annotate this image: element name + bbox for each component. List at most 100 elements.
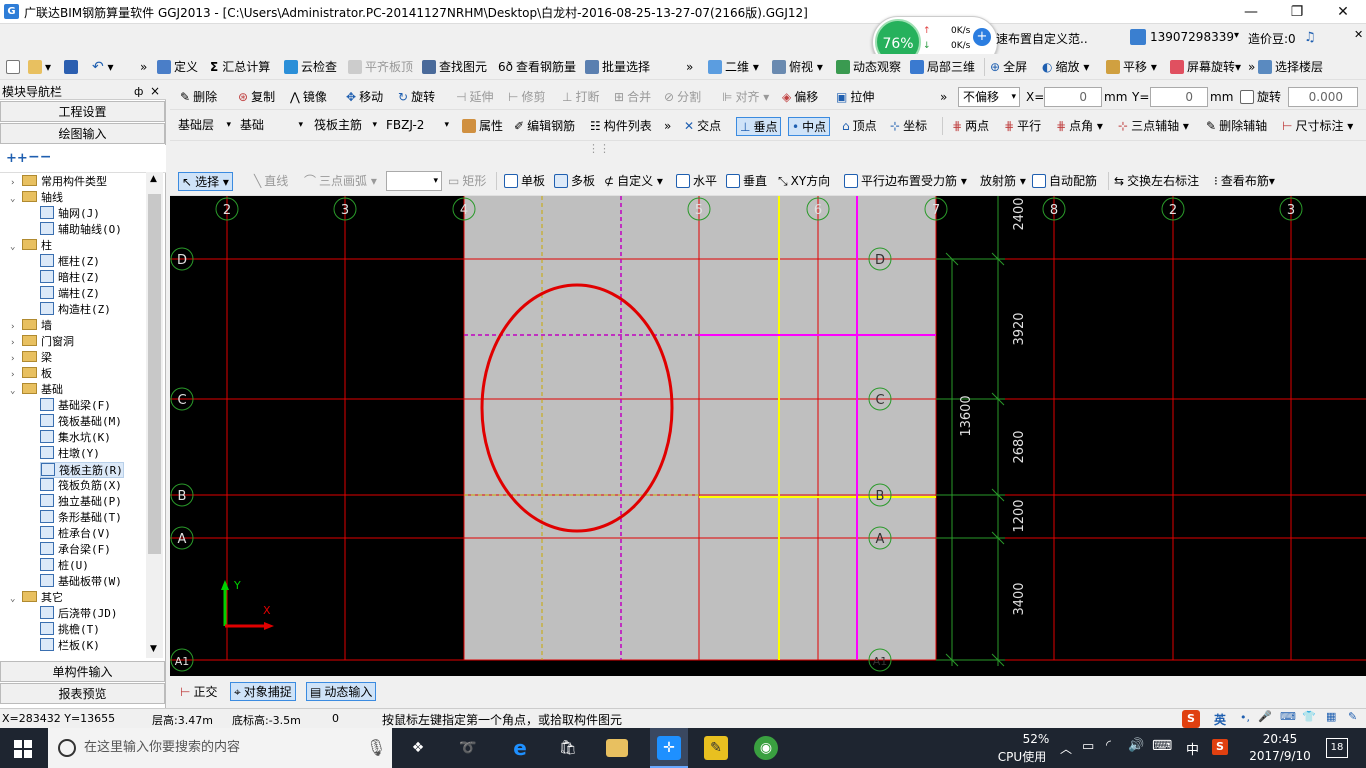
rotate-angle-input[interactable]: 0.000 bbox=[1288, 87, 1358, 107]
ortho-toggle[interactable]: ⊢ 正交 bbox=[180, 683, 217, 702]
taskbar-active-app[interactable]: ✛ bbox=[650, 728, 688, 768]
scroll-thumb[interactable] bbox=[148, 194, 161, 554]
offset-mode-select[interactable]: 不偏移 ▾ bbox=[958, 87, 1020, 107]
chevron-right-icon[interactable]: › bbox=[10, 175, 22, 191]
tree-folder[interactable]: ⌄ 轴线 bbox=[10, 190, 63, 206]
tree-item[interactable]: 暗柱(Z) bbox=[40, 270, 100, 286]
sum-calc-button[interactable]: Σ 汇总计算 bbox=[210, 58, 270, 77]
extend-button[interactable]: ⊣ 延伸 bbox=[456, 88, 493, 107]
y-input[interactable]: 0 bbox=[1150, 87, 1208, 107]
flat-top-button[interactable]: 平齐板顶 bbox=[348, 58, 413, 77]
delete-button[interactable]: ✎ 删除 bbox=[180, 88, 217, 107]
properties-button[interactable]: 属性 bbox=[462, 117, 503, 136]
glodon-app-icon[interactable]: ✛ bbox=[657, 736, 681, 760]
screen-rotate-dropdown[interactable]: 屏幕旋转▾ bbox=[1170, 58, 1241, 77]
undo-icon[interactable]: ↶ ▾ bbox=[92, 58, 114, 77]
wrench-icon[interactable]: ✎ bbox=[1348, 710, 1357, 723]
toolbar-overflow-icon[interactable]: » bbox=[940, 88, 947, 107]
tree-item[interactable]: 独立基础(P) bbox=[40, 494, 122, 510]
tree-item[interactable]: 承台梁(F) bbox=[40, 542, 111, 558]
select-floor-button[interactable]: 选择楼层 bbox=[1258, 58, 1323, 77]
toolbar-overflow-icon[interactable]: » bbox=[664, 117, 671, 136]
notes-app-icon[interactable]: ✎ bbox=[704, 736, 728, 760]
chevron-right-icon[interactable]: › bbox=[10, 367, 22, 383]
radial-dropdown[interactable]: 放射筋 ▾ bbox=[980, 172, 1026, 191]
slab-region[interactable] bbox=[464, 196, 936, 660]
chevron-down-icon[interactable]: ⌄ bbox=[10, 383, 22, 399]
cortana-icon[interactable] bbox=[58, 739, 76, 757]
rectangle-button[interactable]: ▭ 矩形 bbox=[448, 172, 486, 191]
close-panel-icon[interactable]: ✕ bbox=[1354, 28, 1363, 41]
tree-folder[interactable]: › 板 bbox=[10, 366, 52, 382]
chevron-up-icon[interactable]: ︿ bbox=[1060, 740, 1072, 757]
dimension-dropdown[interactable]: ⊢ 尺寸标注 ▾ bbox=[1282, 117, 1353, 136]
skin-icon[interactable]: 👕 bbox=[1302, 710, 1316, 723]
single-component-input-button[interactable]: 单构件输入 bbox=[0, 661, 165, 682]
snap-coord-button[interactable]: ⊹ 坐标 bbox=[890, 117, 927, 136]
type-select[interactable]: 筏板主筋 ▾ bbox=[310, 116, 380, 136]
credits-label[interactable]: 造价豆:0 bbox=[1248, 30, 1296, 47]
view-rebar-button[interactable]: 6ð 查看钢筋量 bbox=[498, 58, 576, 77]
tree-folder[interactable]: ⌄ 基础 bbox=[10, 382, 63, 398]
tree-scrollbar[interactable]: ▲ ▼ bbox=[146, 172, 163, 658]
chevron-right-icon[interactable]: › bbox=[10, 335, 22, 351]
punct-icon[interactable]: •, bbox=[1240, 711, 1250, 724]
windows-start-icon[interactable] bbox=[14, 740, 32, 758]
custom-dropdown[interactable]: ⊄ 自定义 ▾ bbox=[604, 172, 663, 191]
tree-item[interactable]: 条形基础(T) bbox=[40, 510, 122, 526]
snap-intersection-button[interactable]: ✕ 交点 bbox=[684, 117, 721, 136]
task-view-icon[interactable]: ❖ bbox=[406, 736, 430, 760]
drawing-input-button[interactable]: 绘图输入 bbox=[0, 123, 165, 144]
keyboard-icon[interactable]: ⌨ bbox=[1280, 710, 1296, 723]
multi-slab-button[interactable]: 多板 bbox=[554, 172, 595, 191]
dynamic-view-button[interactable]: 动态观察 bbox=[836, 58, 901, 77]
tree-folder[interactable]: › 梁 bbox=[10, 350, 52, 366]
object-snap-toggle[interactable]: ⌖ 对象捕捉 bbox=[230, 682, 296, 701]
tree-item[interactable]: 基础板带(W) bbox=[40, 574, 122, 590]
tree-folder[interactable]: ⌄ 其它 bbox=[10, 590, 63, 606]
local-3d-button[interactable]: 局部三维 bbox=[910, 58, 975, 77]
tree-item[interactable]: 基础梁(F) bbox=[40, 398, 111, 414]
stretch-button[interactable]: ▣ 拉伸 bbox=[836, 88, 874, 107]
select-button[interactable]: ↖ 选择 ▾ bbox=[178, 172, 233, 191]
boost-plus-icon[interactable]: + bbox=[973, 28, 991, 46]
clock-time[interactable]: 20:45 bbox=[1250, 732, 1310, 746]
tree-item[interactable]: 柱墩(Y) bbox=[40, 446, 100, 462]
tree-folder[interactable]: ⌄ 柱 bbox=[10, 238, 52, 254]
component-select[interactable]: FBZJ-2 ▾ bbox=[382, 116, 452, 136]
chevron-down-icon[interactable]: ⌄ bbox=[10, 591, 22, 607]
chevron-down-icon[interactable]: ⌄ bbox=[10, 191, 22, 207]
edge-browser-icon[interactable]: e bbox=[508, 736, 532, 760]
line-button[interactable]: ╲ 直线 bbox=[254, 172, 288, 191]
toolbar-grip[interactable]: ⋮⋮ bbox=[584, 142, 614, 164]
toolbar-overflow-icon[interactable]: » bbox=[140, 58, 147, 77]
horizontal-button[interactable]: 水平 bbox=[676, 172, 717, 191]
taskbar-search-input[interactable]: 在这里输入你要搜索的内容 bbox=[48, 728, 392, 768]
file-explorer-icon[interactable] bbox=[606, 739, 628, 757]
toolbar-overflow-icon[interactable]: » bbox=[1248, 58, 1255, 77]
tree-item[interactable]: 挑檐(T) bbox=[40, 622, 100, 638]
fullscreen-button[interactable]: ⊕ 全屏 bbox=[990, 58, 1027, 77]
tree-item[interactable]: 筏板主筋(R) bbox=[40, 462, 124, 478]
single-slab-button[interactable]: 单板 bbox=[504, 172, 545, 191]
maximize-button[interactable]: ❐ bbox=[1274, 0, 1320, 24]
battery-icon[interactable]: ▭ bbox=[1082, 739, 1094, 754]
tree-item[interactable]: 桩(U) bbox=[40, 558, 89, 574]
tree-item[interactable]: 集水坑(K) bbox=[40, 430, 111, 446]
snap-vertex-button[interactable]: ⌂ 顶点 bbox=[842, 117, 877, 136]
layer-select[interactable]: 基础层 ▾ bbox=[174, 116, 234, 136]
new-file-icon[interactable] bbox=[6, 58, 23, 77]
tree-folder[interactable]: › 常用构件类型 bbox=[10, 174, 107, 190]
expand-all-icon[interactable]: ++ bbox=[6, 151, 28, 166]
pan-dropdown[interactable]: 平移 ▾ bbox=[1106, 58, 1157, 77]
project-settings-button[interactable]: 工程设置 bbox=[0, 101, 165, 122]
copy-button[interactable]: ⊛ 复制 bbox=[238, 88, 275, 107]
batch-select-button[interactable]: 批量选择 bbox=[585, 58, 650, 77]
snap-midpoint-button[interactable]: • 中点 bbox=[788, 117, 831, 136]
zoom-dropdown[interactable]: ◐ 缩放 ▾ bbox=[1042, 58, 1089, 77]
x-input[interactable]: 0 bbox=[1044, 87, 1102, 107]
chevron-right-icon[interactable]: › bbox=[10, 319, 22, 335]
point-angle-dropdown[interactable]: ⋕ 点角 ▾ bbox=[1056, 117, 1103, 136]
find-element-button[interactable]: 查找图元 bbox=[422, 58, 487, 77]
edit-rebar-button[interactable]: ✐ 编辑钢筋 bbox=[514, 117, 575, 136]
